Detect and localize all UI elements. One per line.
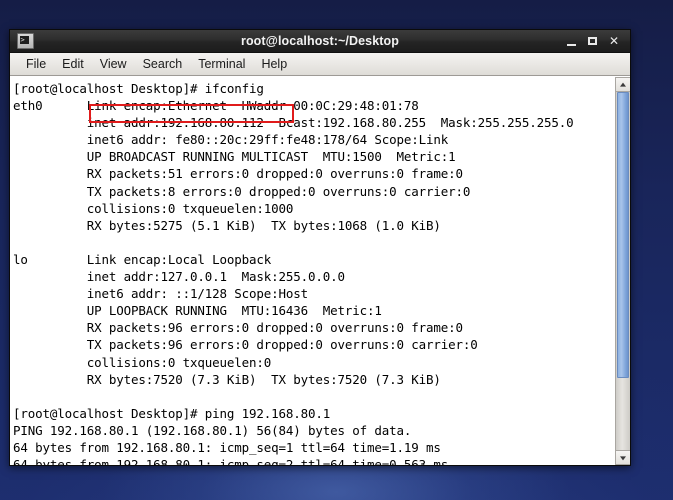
terminal-line: RX packets:51 errors:0 dropped:0 overrun… [13,166,463,182]
terminal-body: [root@localhost Desktop]# ifconfig eth0 L… [10,76,630,465]
terminal-line: PING 192.168.80.1 (192.168.80.1) 56(84) … [13,422,412,438]
terminal-scrollbar[interactable] [615,77,630,465]
maximize-button[interactable] [587,35,599,48]
close-button[interactable]: ✕ [608,34,620,48]
minimize-button[interactable] [566,35,578,48]
terminal-line: eth0 Link encap:Ethernet HWaddr 00:0C:29… [13,98,419,114]
menu-item-help[interactable]: Help [253,55,295,74]
terminal-line: TX packets:96 errors:0 dropped:0 overrun… [13,337,478,353]
terminal-line: collisions:0 txqueuelen:0 [13,354,272,370]
scrollbar-thumb[interactable] [617,92,629,379]
terminal-line: TX packets:8 errors:0 dropped:0 overruns… [13,183,471,199]
terminal-line: 64 bytes from 192.168.80.1: icmp_seq=1 t… [13,439,441,455]
terminal-line: RX packets:96 errors:0 dropped:0 overrun… [13,320,463,336]
terminal-line: UP LOOPBACK RUNNING MTU:16436 Metric:1 [13,303,382,319]
menu-bar: File Edit View Search Terminal Help [10,53,630,76]
terminal-line: [root@localhost Desktop]# ping 192.168.8… [13,405,331,421]
terminal-line: lo Link encap:Local Loopback [13,251,272,267]
scroll-down-arrow-icon[interactable] [616,450,630,465]
menu-item-view[interactable]: View [92,55,135,74]
terminal-line: [root@localhost Desktop]# ifconfig [13,81,264,96]
scroll-up-arrow-icon[interactable] [616,77,630,92]
window-controls: ✕ [566,34,626,48]
terminal-line: inet6 addr: fe80::20c:29ff:fe48:178/64 S… [13,132,449,148]
menu-item-file[interactable]: File [18,55,54,74]
terminal-line: RX bytes:7520 (7.3 KiB) TX bytes:7520 (7… [13,371,441,387]
terminal-line: UP BROADCAST RUNNING MULTICAST MTU:1500 … [13,149,456,165]
scrollbar-track[interactable] [616,92,630,450]
terminal-line: inet addr:192.168.80.112 Bcast:192.168.8… [13,115,574,131]
terminal-window: root@localhost:~/Desktop ✕ File Edit Vie… [9,29,631,466]
window-title: root@localhost:~/Desktop [240,34,399,48]
menu-item-terminal[interactable]: Terminal [190,55,253,74]
terminal-line: inet6 addr: ::1/128 Scope:Host [13,286,309,302]
window-titlebar[interactable]: root@localhost:~/Desktop ✕ [10,30,630,53]
terminal-line: RX bytes:5275 (5.1 KiB) TX bytes:1068 (1… [13,217,441,233]
menu-item-search[interactable]: Search [135,55,191,74]
terminal-line: collisions:0 txqueuelen:1000 [13,200,294,216]
terminal-icon [17,33,34,49]
terminal-line: inet addr:127.0.0.1 Mask:255.0.0.0 [13,269,345,285]
menu-item-edit[interactable]: Edit [54,55,92,74]
terminal-output[interactable]: [root@localhost Desktop]# ifconfig eth0 L… [10,77,615,465]
terminal-line: 64 bytes from 192.168.80.1: icmp_seq=2 t… [13,457,449,465]
